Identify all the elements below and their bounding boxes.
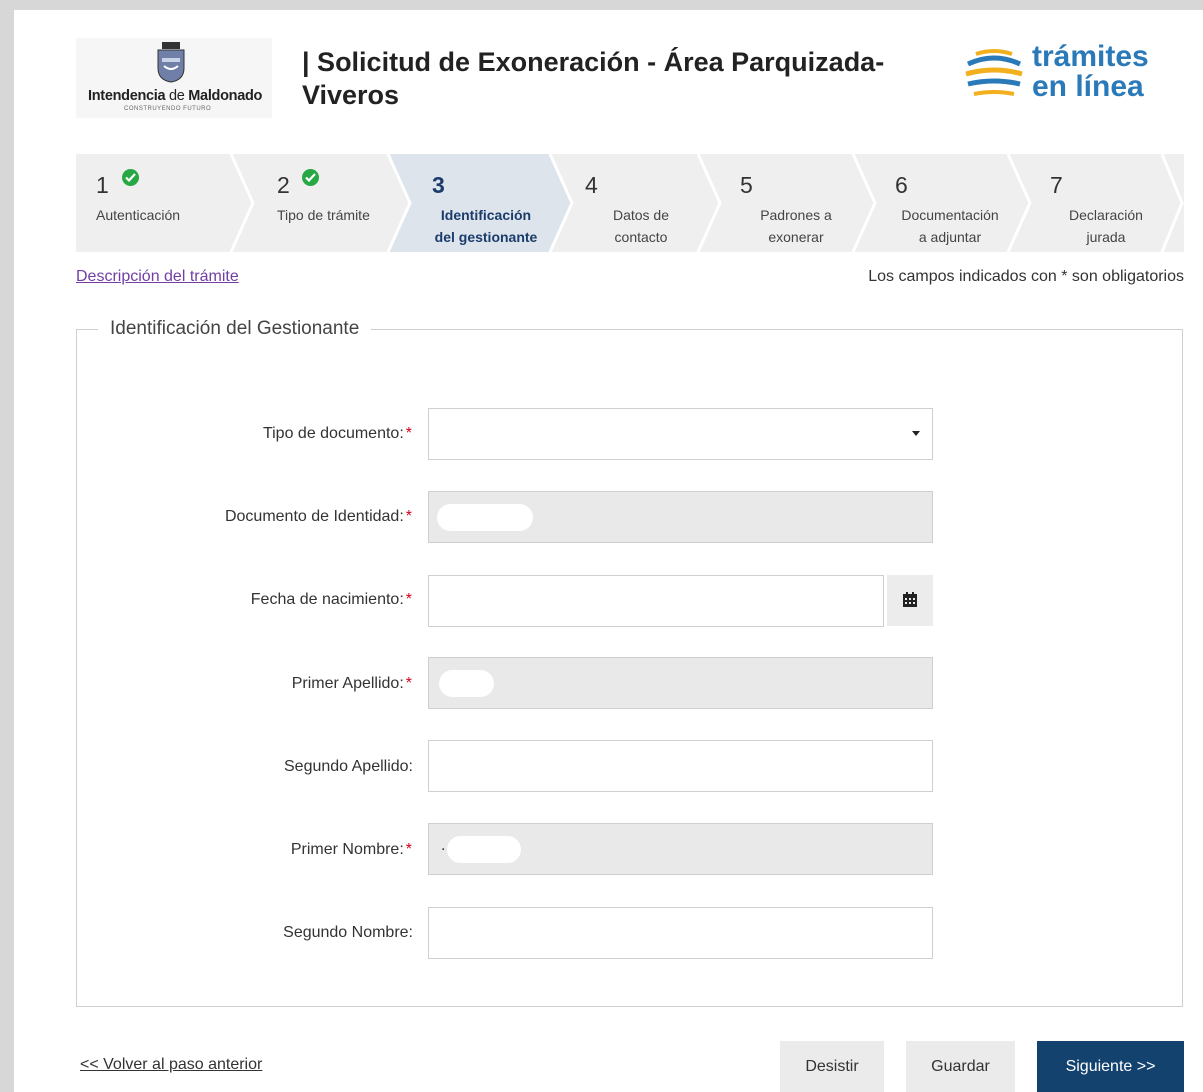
tramites-globe-icon [965,46,1023,102]
step-label: Padrones a exonerar [760,207,832,245]
primer-apellido-label: Primer Apellido: * [291,675,412,692]
desist-button[interactable]: Desistir [780,1041,884,1092]
documento-identidad-label: Documento de Identidad: * [224,508,412,525]
step-number: 6 [895,172,908,198]
org-motto: CONSTRUYENDO FUTURO [124,106,212,112]
step-7-declaracion[interactable]: 7 Declaración jurada [1030,154,1165,252]
step-2-tipo-de-tramite[interactable]: 2 Tipo de trámite [256,154,388,252]
segundo-apellido-label: Segundo Apellido: [284,758,413,775]
step-label: Tipo de trámite [277,207,370,223]
tramite-description-link[interactable]: Descripción del trámite [76,268,239,286]
window-frame-top [0,0,1203,10]
step-3-identificacion[interactable]: 3 Identificación del gestionante [410,154,560,252]
redacted-value [439,670,494,697]
step-6-documentacion[interactable]: 6 Documentación a adjuntar [875,154,1010,252]
fecha-nacimiento-label: Fecha de nacimiento: * [250,591,412,608]
fieldset-legend: Identificación del Gestionante [98,318,372,340]
intendencia-logo: Intendencia de Maldonado CONSTRUYENDO FU… [76,38,272,118]
step-5-padrones[interactable]: 5 Padrones a exonerar [720,154,855,252]
step-label: Identificación del gestionante [434,207,538,245]
step-label: Declaración jurada [1069,207,1143,245]
save-button[interactable]: Guardar [906,1041,1015,1092]
step-number: 1 [96,172,109,198]
step-number: 3 [432,172,445,198]
step-4-datos-de-contacto[interactable]: 4 Datos de contacto [572,154,702,252]
next-button[interactable]: Siguiente >> [1037,1041,1184,1092]
primer-apellido-field [428,657,933,709]
tipo-documento-label: Tipo de documento: * [262,425,412,442]
input-value: . [441,837,446,854]
tramites-en-linea-logo: trámites en línea [962,40,1167,110]
segundo-apellido-input[interactable] [428,740,933,792]
step-number: 5 [740,172,753,198]
chevron-down-icon [912,431,920,436]
brand-line-2: en línea [1032,70,1144,103]
coat-of-arms-icon [157,42,185,83]
calendar-button[interactable] [887,575,933,626]
redacted-value [437,504,533,531]
step-1-autenticacion[interactable]: 1 Autenticación [76,154,231,252]
check-circle-icon [122,169,139,186]
step-number: 4 [585,172,598,198]
documento-identidad-field [428,491,933,543]
step-label: Datos de contacto [612,207,670,245]
primer-nombre-label: Primer Nombre: * [290,841,412,858]
required-fields-note: Los campos indicados con * son obligator… [868,268,1184,285]
step-label: Documentación a adjuntar [901,207,999,245]
step-label: Autenticación [96,207,181,223]
fecha-nacimiento-input[interactable] [428,575,884,627]
page-title: | Solicitud de Exoneración - Área Parqui… [302,47,885,110]
redacted-value [447,836,521,863]
segundo-nombre-label: Segundo Nombre: [283,924,413,941]
calendar-icon [903,592,917,607]
org-name: Intendencia de Maldonado [88,88,263,104]
back-to-previous-step-link[interactable]: << Volver al paso anterior [80,1056,262,1074]
window-frame-left [0,0,14,1092]
tipo-documento-select[interactable] [428,408,933,460]
segundo-nombre-input[interactable] [428,907,933,959]
brand-line-1: trámites [1032,40,1149,73]
step-number: 7 [1050,172,1063,198]
wizard-stepper: 1 Autenticación 2 Tipo de trámite 3 Iden… [76,154,1184,252]
primer-nombre-field: . [428,823,933,875]
check-circle-icon [302,169,319,186]
step-number: 2 [277,172,290,198]
